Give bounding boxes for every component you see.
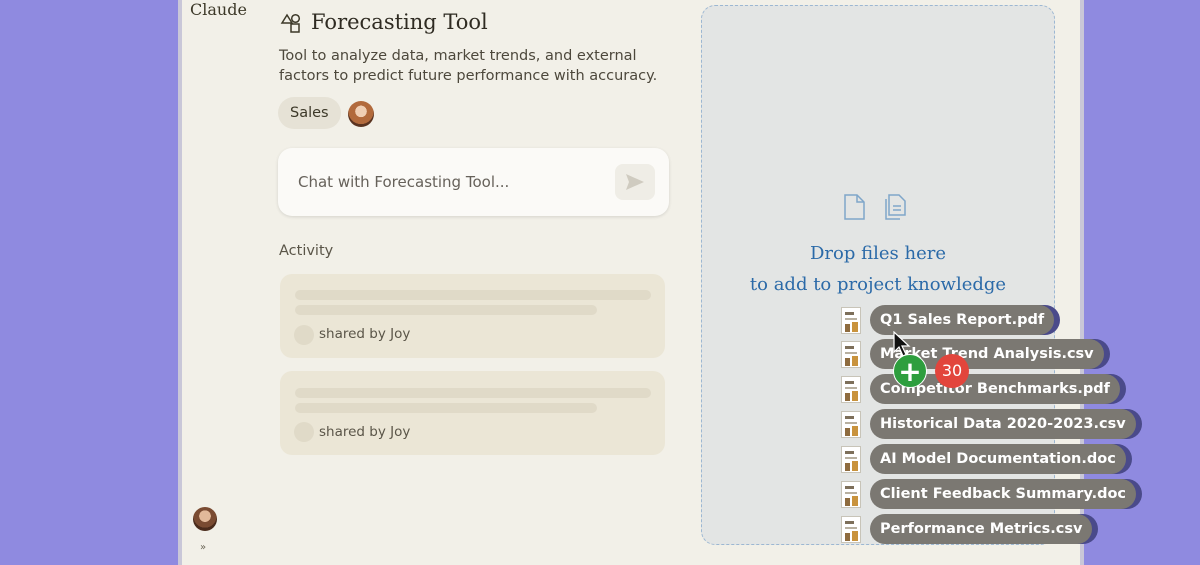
- placeholder-line: [295, 403, 597, 413]
- dragged-file: Historical Data 2020-2023.csv: [841, 409, 1136, 439]
- file-thumbnail: [841, 306, 861, 334]
- copy-plus-icon: +: [893, 354, 927, 388]
- chat-placeholder: Chat with Forecasting Tool...: [298, 173, 510, 191]
- file-name: AI Model Documentation.doc: [870, 444, 1126, 474]
- placeholder-line: [295, 388, 651, 398]
- dragged-file: Performance Metrics.csv: [841, 514, 1093, 544]
- file-thumbnail: [841, 515, 861, 543]
- file-thumbnail: [841, 410, 861, 438]
- drop-subtitle: to add to project knowledge: [749, 274, 1007, 295]
- drop-instructions: Drop files here to add to project knowle…: [701, 238, 1055, 300]
- drag-count-badge: 30: [935, 354, 969, 388]
- chat-input[interactable]: Chat with Forecasting Tool...: [278, 148, 669, 216]
- dragged-file: Market Trend Analysis.csv: [841, 339, 1104, 369]
- send-button[interactable]: [615, 164, 655, 200]
- shared-avatar: [294, 325, 314, 345]
- shared-by-text: shared by Joy: [319, 326, 411, 342]
- sidebar-toggle-icon[interactable]: »: [200, 542, 206, 553]
- drop-title: Drop files here: [810, 243, 946, 264]
- dragged-file: AI Model Documentation.doc: [841, 444, 1126, 474]
- dragged-file: Competitor Benchmarks.pdf: [841, 374, 1120, 404]
- user-avatar[interactable]: [193, 507, 217, 531]
- file-thumbnail: [841, 445, 861, 473]
- shared-avatar: [294, 422, 314, 442]
- placeholder-line: [295, 290, 651, 300]
- file-thumbnail: [841, 340, 861, 368]
- activity-label: Activity: [279, 243, 334, 259]
- dragged-file: Client Feedback Summary.doc: [841, 479, 1137, 509]
- file-name: Client Feedback Summary.doc: [870, 479, 1137, 509]
- owner-avatar[interactable]: [348, 101, 374, 127]
- brand-logo[interactable]: Claude: [190, 0, 247, 19]
- file-name: Performance Metrics.csv: [870, 514, 1093, 544]
- project-title: Forecasting Tool: [311, 10, 488, 34]
- file-thumbnail: [841, 480, 861, 508]
- shapes-icon: [280, 13, 301, 33]
- placeholder-line: [295, 305, 597, 315]
- documents-icon: [885, 194, 906, 220]
- file-thumbnail: [841, 375, 861, 403]
- shared-by-text: shared by Joy: [319, 424, 411, 440]
- dragged-file: Q1 Sales Report.pdf: [841, 305, 1055, 335]
- send-icon: [626, 174, 644, 190]
- file-name: Historical Data 2020-2023.csv: [870, 409, 1136, 439]
- activity-item[interactable]: shared by Joy: [280, 274, 665, 358]
- project-description: Tool to analyze data, market trends, and…: [279, 48, 658, 84]
- document-icon: [844, 194, 865, 220]
- activity-item[interactable]: shared by Joy: [280, 371, 665, 455]
- project-tag[interactable]: Sales: [278, 97, 341, 129]
